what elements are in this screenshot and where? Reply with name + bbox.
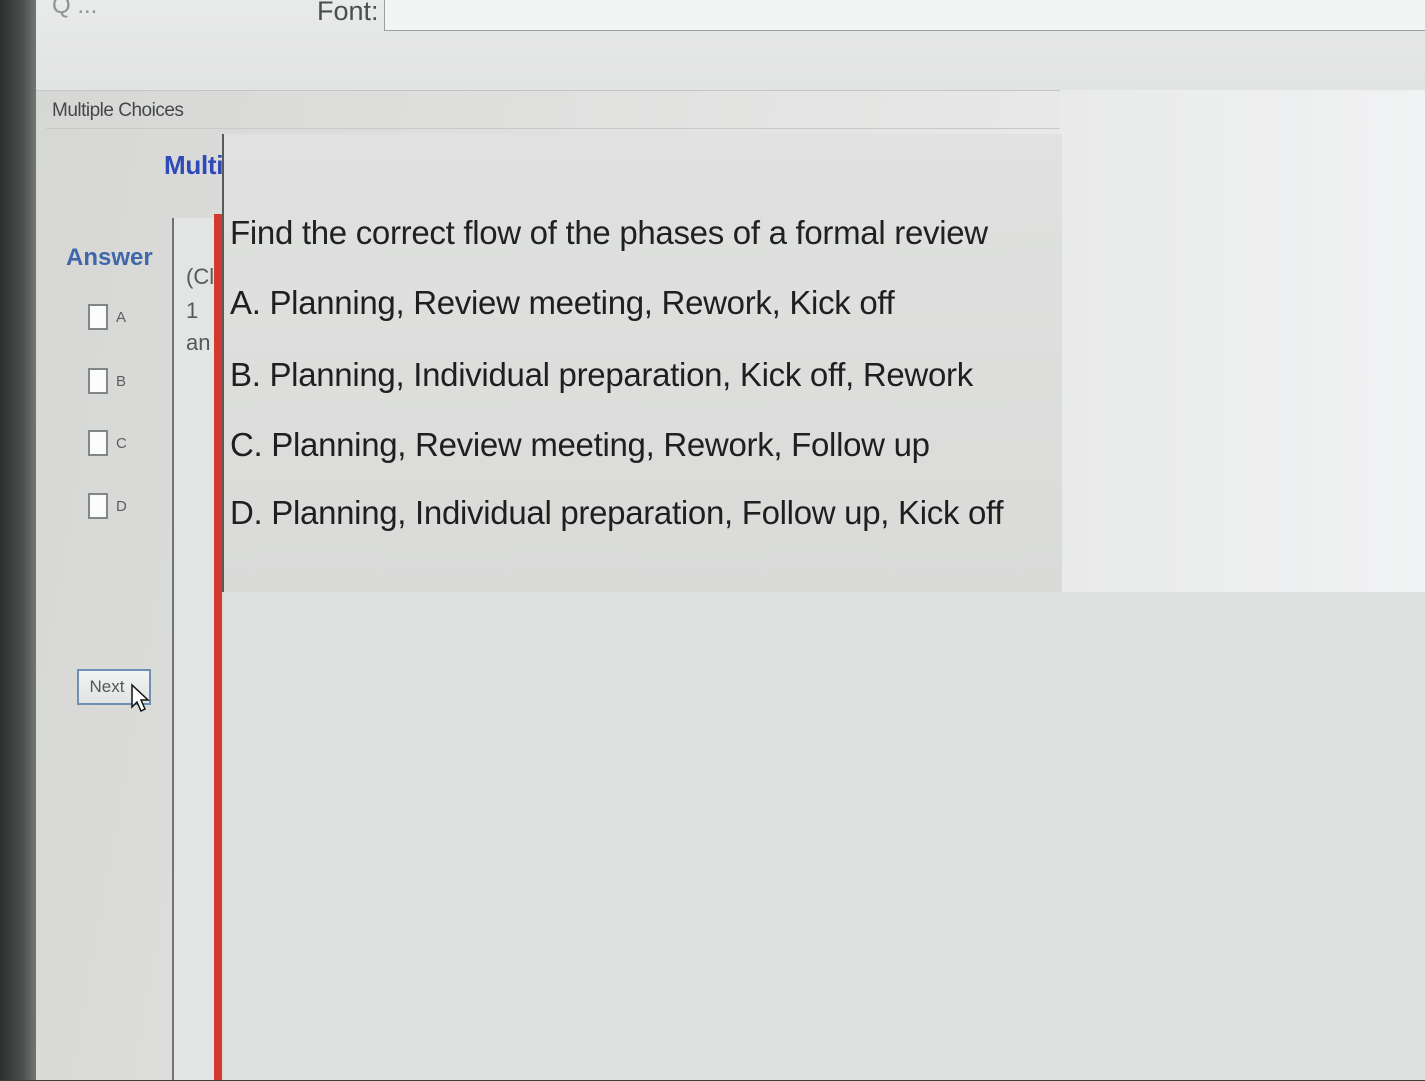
choice-letter-c: C: [116, 434, 127, 452]
screen: Q ... Font: Multiple Choices Multiple ch…: [36, 0, 1425, 1080]
mouse-cursor-icon: [131, 683, 150, 713]
monitor-bezel: [0, 0, 40, 1080]
checkbox-d[interactable]: [88, 493, 108, 519]
empty-area: [1060, 90, 1425, 592]
checkbox-a[interactable]: [88, 304, 108, 330]
choice-letter-b: B: [116, 372, 127, 390]
answer-heading: Answer: [66, 244, 153, 271]
checkbox-b[interactable]: [88, 368, 108, 394]
option-c: C. Planning, Review meeting, Rework, Fol…: [230, 426, 930, 463]
instructions-fragment-1: (Cl: [186, 264, 215, 289]
toolbar-cut-label: Q ...: [52, 0, 98, 19]
answer-choice-c[interactable]: C: [88, 430, 127, 456]
font-input[interactable]: [384, 0, 1425, 31]
answer-choice-b[interactable]: B: [88, 368, 126, 394]
option-d: D. Planning, Individual preparation, Fol…: [230, 494, 1004, 531]
toolbar: Q ... Font:: [36, 0, 1425, 91]
option-b: B. Planning, Individual preparation, Kic…: [230, 356, 973, 393]
font-label: Font:: [317, 0, 379, 26]
option-a: A. Planning, Review meeting, Rework, Kic…: [230, 284, 895, 321]
question-prompt: Find the correct flow of the phases of a…: [230, 214, 988, 251]
answer-choice-a[interactable]: A: [88, 304, 126, 330]
checkbox-c[interactable]: [88, 430, 108, 456]
choice-letter-d: D: [116, 497, 127, 515]
choice-letter-a: A: [116, 308, 127, 326]
instructions-fragment-2: 1: [186, 298, 199, 323]
instructions-fragment-3: an: [186, 330, 211, 355]
answer-choice-d[interactable]: D: [88, 493, 127, 519]
red-divider: [214, 214, 222, 1080]
tab-multiple-choices[interactable]: Multiple Choices: [52, 100, 184, 122]
question-panel-lower: [224, 592, 1425, 1080]
